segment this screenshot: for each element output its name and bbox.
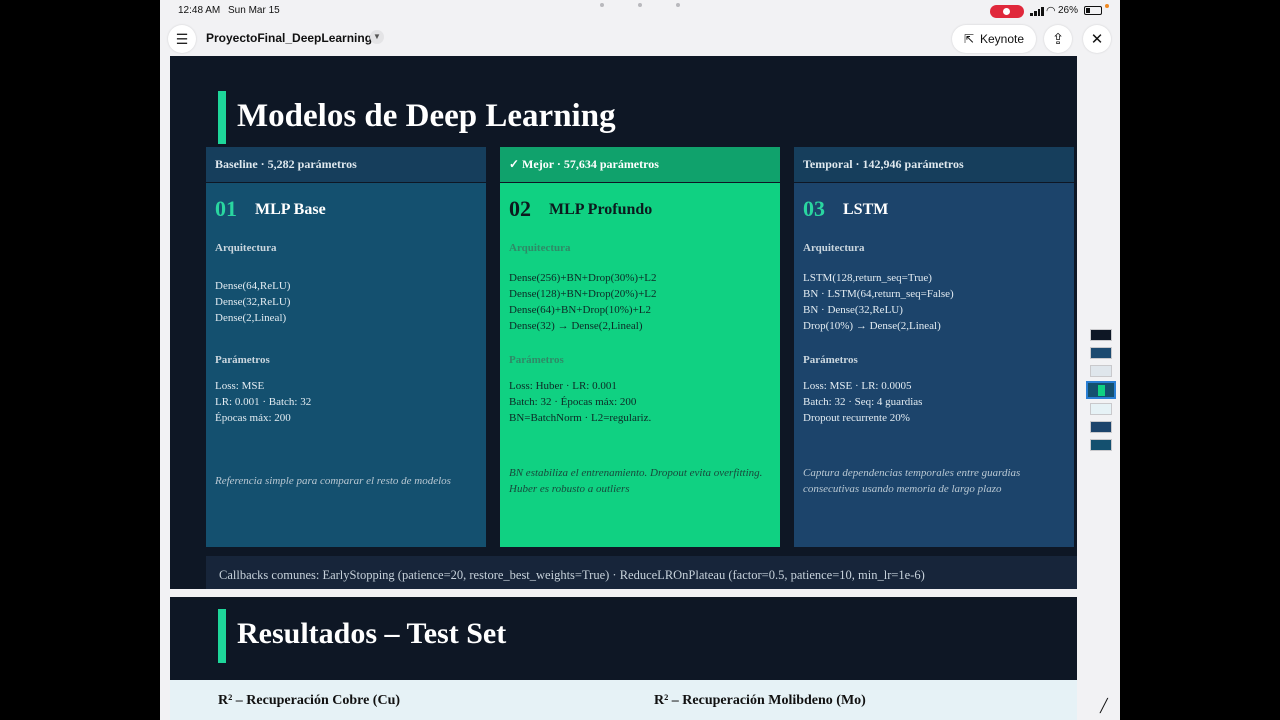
open-external-icon: ⇱ <box>963 32 974 46</box>
model-name: MLP Base <box>255 201 326 218</box>
model-card-lstm: 03 LSTM Arquitectura LSTM(128,return_seq… <box>794 183 1074 547</box>
architecture-line: Dense(64,ReLU) <box>215 280 291 292</box>
close-icon: ✕ <box>1090 31 1104 48</box>
architecture-label: Arquitectura <box>215 242 277 254</box>
keynote-toolbar: ☰ ProyectoFinal_DeepLearning ▼ ⇱ Keynote… <box>160 22 1120 56</box>
outline-menu-button[interactable]: ☰ <box>168 25 196 53</box>
model-note: Referencia simple para comparar el resto… <box>215 475 451 487</box>
slide-thumbnail[interactable] <box>1090 421 1112 433</box>
architecture-list: LSTM(128,return_seq=True) BN · LSTM(64,r… <box>803 270 954 334</box>
model-number: 03 <box>803 196 825 221</box>
list-icon: ☰ <box>175 30 189 47</box>
architecture-line: BN · LSTM(64,return_seq=False) <box>803 288 954 300</box>
parameter-line: LR: 0.001 · Batch: 32 <box>215 396 312 408</box>
parameter-line: Épocas máx: 200 <box>215 412 291 424</box>
status-time: 12:48 AM <box>178 5 221 16</box>
callbacks-footer: Callbacks comunes: EarlyStopping (patien… <box>206 556 1077 589</box>
slide-title: Modelos de Deep Learning <box>237 98 616 134</box>
status-date: Sun Mar 15 <box>228 5 280 16</box>
model-card-mlp-base: 01 MLP Base Arquitectura Dense(64,ReLU) … <box>206 183 486 547</box>
mic-indicator-icon <box>1105 4 1109 8</box>
parameter-line: Batch: 32 · Seq: 4 guardias <box>803 396 923 408</box>
document-title[interactable]: ProyectoFinal_DeepLearning <box>206 31 372 45</box>
column-header-best: ✓ Mejor · 57,634 parámetros <box>500 147 780 182</box>
slide-thumbnail[interactable] <box>1090 403 1112 415</box>
model-name: MLP Profundo <box>549 201 653 218</box>
model-number: 02 <box>509 196 531 221</box>
parameter-line: Batch: 32 · Épocas máx: 200 <box>509 396 637 408</box>
parameter-line: Loss: MSE <box>215 380 265 392</box>
architecture-list: Dense(64,ReLU) Dense(32,ReLU) Dense(2,Li… <box>215 278 290 326</box>
title-accent-bar <box>218 609 226 663</box>
parameter-line: Dropout recurrente 20% <box>803 412 910 424</box>
architecture-label: Arquitectura <box>509 242 571 254</box>
chevron-down-icon[interactable]: ▼ <box>370 30 384 44</box>
share-icon: ⇪ <box>1051 31 1065 48</box>
model-note: BN estabiliza el entrenamiento. Dropout … <box>509 467 763 495</box>
ipad-screen: 12:48 AM Sun Mar 15 ◠ 26% ☰ ProyectoFina… <box>160 0 1120 720</box>
parameters-label: Parámetros <box>215 354 270 366</box>
model-name: LSTM <box>843 201 889 218</box>
battery-icon <box>1084 6 1102 15</box>
share-button[interactable]: ⇪ <box>1044 25 1072 53</box>
slide-thumbnail[interactable] <box>1090 365 1112 377</box>
architecture-line: Dense(256)+BN+Drop(30%)+L2 <box>509 272 657 284</box>
parameters-list: Loss: MSE LR: 0.001 · Batch: 32 Épocas m… <box>215 378 311 426</box>
architecture-line: Dense(2,Lineal) <box>215 312 287 324</box>
architecture-line: Dense(32) → Dense(2,Lineal) <box>509 320 643 332</box>
cellular-signal-icon <box>1030 6 1044 16</box>
r2-molybdenum-heading: R² – Recuperación Molibdeno (Mo) <box>654 693 866 708</box>
parameter-line: Loss: MSE · LR: 0.0005 <box>803 380 912 392</box>
slide-title: Resultados – Test Set <box>237 617 507 650</box>
model-card-mlp-profundo: 02 MLP Profundo Arquitectura Dense(256)+… <box>500 183 780 547</box>
results-panel: R² – Recuperación Cobre (Cu) R² – Recupe… <box>170 680 1077 720</box>
parameters-list: Loss: Huber · LR: 0.001 Batch: 32 · Époc… <box>509 378 651 426</box>
battery-percentage: 26% <box>1058 5 1079 16</box>
model-number: 01 <box>215 196 237 221</box>
parameters-list: Loss: MSE · LR: 0.0005 Batch: 32 · Seq: … <box>803 378 922 426</box>
parameters-label: Parámetros <box>509 354 564 366</box>
architecture-line: Dense(32,ReLU) <box>215 296 291 308</box>
architecture-line: LSTM(128,return_seq=True) <box>803 272 932 284</box>
architecture-line: Drop(10%) → Dense(2,Lineal) <box>803 320 941 332</box>
column-header-temporal: Temporal · 142,946 parámetros <box>794 147 1074 182</box>
slide-thumbnail-current[interactable] <box>1086 381 1116 399</box>
parameters-label: Parámetros <box>803 354 858 366</box>
parameter-line: Loss: Huber · LR: 0.001 <box>509 380 617 392</box>
architecture-line: BN · Dense(32,ReLU) <box>803 304 903 316</box>
architecture-line: Dense(128)+BN+Drop(20%)+L2 <box>509 288 657 300</box>
status-bar: 12:48 AM Sun Mar 15 ◠ 26% <box>160 0 1120 22</box>
close-button[interactable]: ✕ <box>1083 25 1111 53</box>
keynote-button-label: Keynote <box>980 32 1025 46</box>
architecture-label: Arquitectura <box>803 242 865 254</box>
slide-thumbnail[interactable] <box>1090 439 1112 451</box>
column-header-baseline: Baseline · 5,282 parámetros <box>206 147 486 182</box>
slide-modelos[interactable]: Modelos de Deep Learning Baseline · 5,28… <box>170 56 1077 589</box>
model-note: Captura dependencias temporales entre gu… <box>803 467 1021 495</box>
title-accent-bar <box>218 91 226 144</box>
multitasking-dots[interactable] <box>600 3 680 7</box>
slide-thumbnail[interactable] <box>1090 347 1112 359</box>
architecture-list: Dense(256)+BN+Drop(30%)+L2 Dense(128)+BN… <box>509 270 657 334</box>
pencil-icon[interactable]: ╱ <box>1100 698 1116 714</box>
parameter-line: BN=BatchNorm · L2=regulariz. <box>509 412 652 424</box>
architecture-line: Dense(64)+BN+Drop(10%)+L2 <box>509 304 652 316</box>
r2-copper-heading: R² – Recuperación Cobre (Cu) <box>218 693 401 708</box>
screen-recording-icon[interactable] <box>990 5 1024 18</box>
wifi-icon: ◠ <box>1046 5 1056 17</box>
slide-thumbnail[interactable] <box>1090 329 1112 341</box>
open-in-keynote-button[interactable]: ⇱ Keynote <box>952 25 1036 53</box>
